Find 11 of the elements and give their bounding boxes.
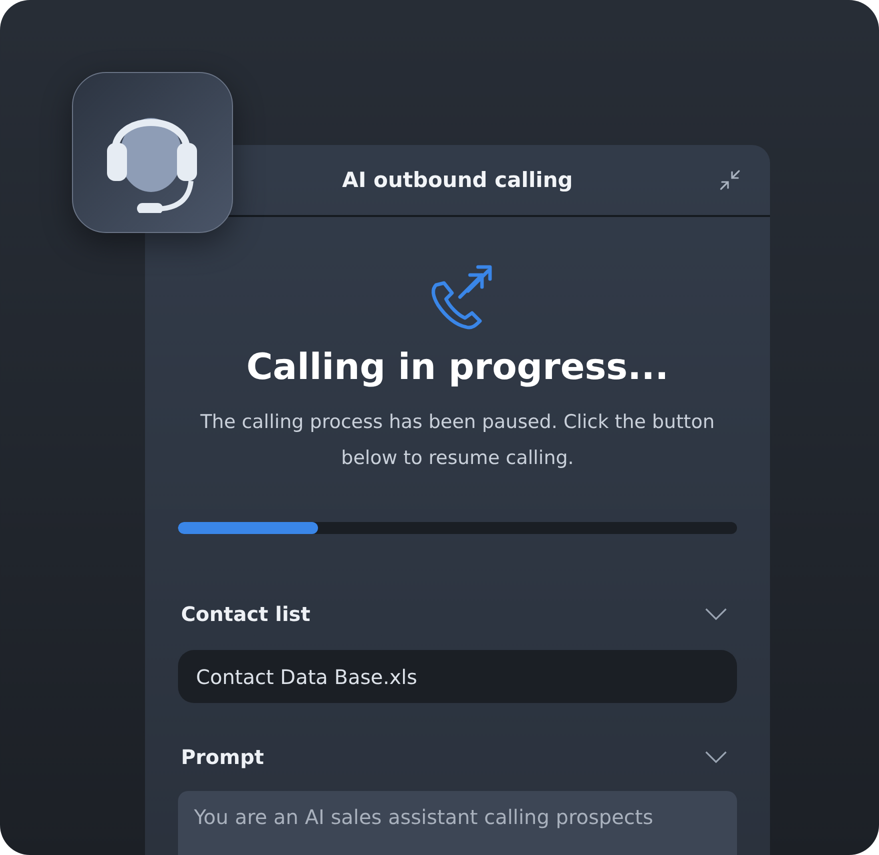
chevron-down-icon[interactable] (705, 608, 727, 620)
section-label: Prompt (181, 745, 264, 769)
status-heading: Calling in progress... (246, 347, 669, 388)
collapse-icon[interactable] (718, 168, 742, 192)
file-field[interactable]: Contact Data Base.xls (178, 650, 737, 703)
status-message: The calling process has been paused. Click the button below to resume calling. (199, 410, 716, 471)
section-label: Contact list (181, 602, 310, 626)
chevron-down-icon[interactable] (705, 751, 727, 763)
window-title: AI outbound calling (342, 168, 573, 192)
headset-icon (72, 72, 233, 233)
prompt-text-area[interactable]: You are an AI sales assistant calling prospects (178, 791, 737, 855)
